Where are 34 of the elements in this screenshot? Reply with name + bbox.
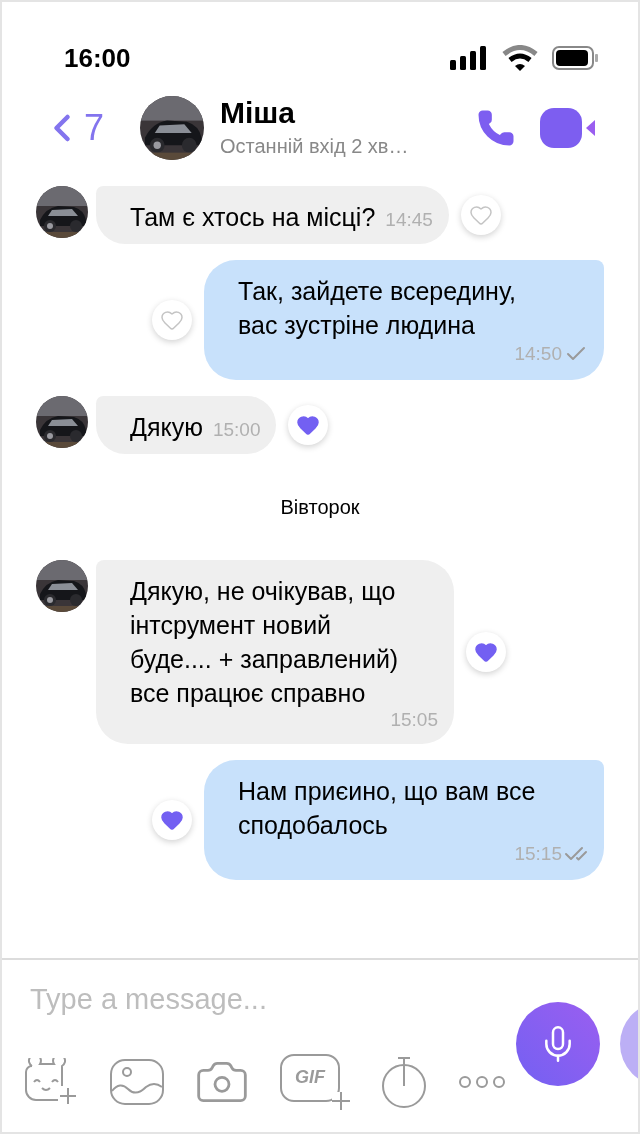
call-button[interactable] (476, 108, 516, 148)
heart-icon (160, 808, 184, 832)
last-seen: Останній вхід 2 хв… (220, 134, 410, 159)
like-button[interactable] (152, 800, 192, 840)
more-icon (458, 1075, 506, 1088)
signal-icon (450, 46, 488, 70)
video-camera-icon (540, 108, 596, 148)
message-text: Дякую, не очікував, що інтсрумент новий буде.... + заправлений) все працює справно (130, 576, 400, 709)
phone-icon (476, 108, 516, 148)
status-time: 16:00 (64, 41, 131, 75)
heart-icon (474, 640, 498, 664)
timer-icon (380, 1055, 428, 1108)
heart-icon (160, 308, 184, 332)
message-text: Там є хтось на місці? (130, 202, 376, 233)
date-separator: Вівторок (280, 495, 360, 520)
like-button[interactable] (288, 405, 329, 445)
wifi-icon (502, 45, 538, 71)
heart-icon (296, 413, 321, 437)
message-text: Так, зайдете всередину, вас зустріне людина (238, 276, 517, 341)
message-input[interactable]: Type a message... (30, 978, 490, 1022)
message-text: Дякую (130, 412, 203, 443)
message-time: 14:45 (385, 210, 433, 230)
message-time: 15:15 (514, 844, 562, 864)
back-button[interactable]: 7 (40, 106, 140, 150)
video-call-button[interactable] (540, 108, 596, 148)
battery-icon (552, 46, 598, 70)
message-time: 15:05 (390, 710, 438, 730)
like-button[interactable] (466, 632, 506, 672)
message-time: 15:00 (212, 420, 261, 440)
contact-name: Міша (220, 95, 296, 131)
message-time: 14:50 (514, 344, 562, 364)
heart-icon (468, 203, 493, 227)
image-icon (110, 1058, 164, 1105)
message-text: Нам приєино, що вам все сподобалось (238, 776, 537, 841)
